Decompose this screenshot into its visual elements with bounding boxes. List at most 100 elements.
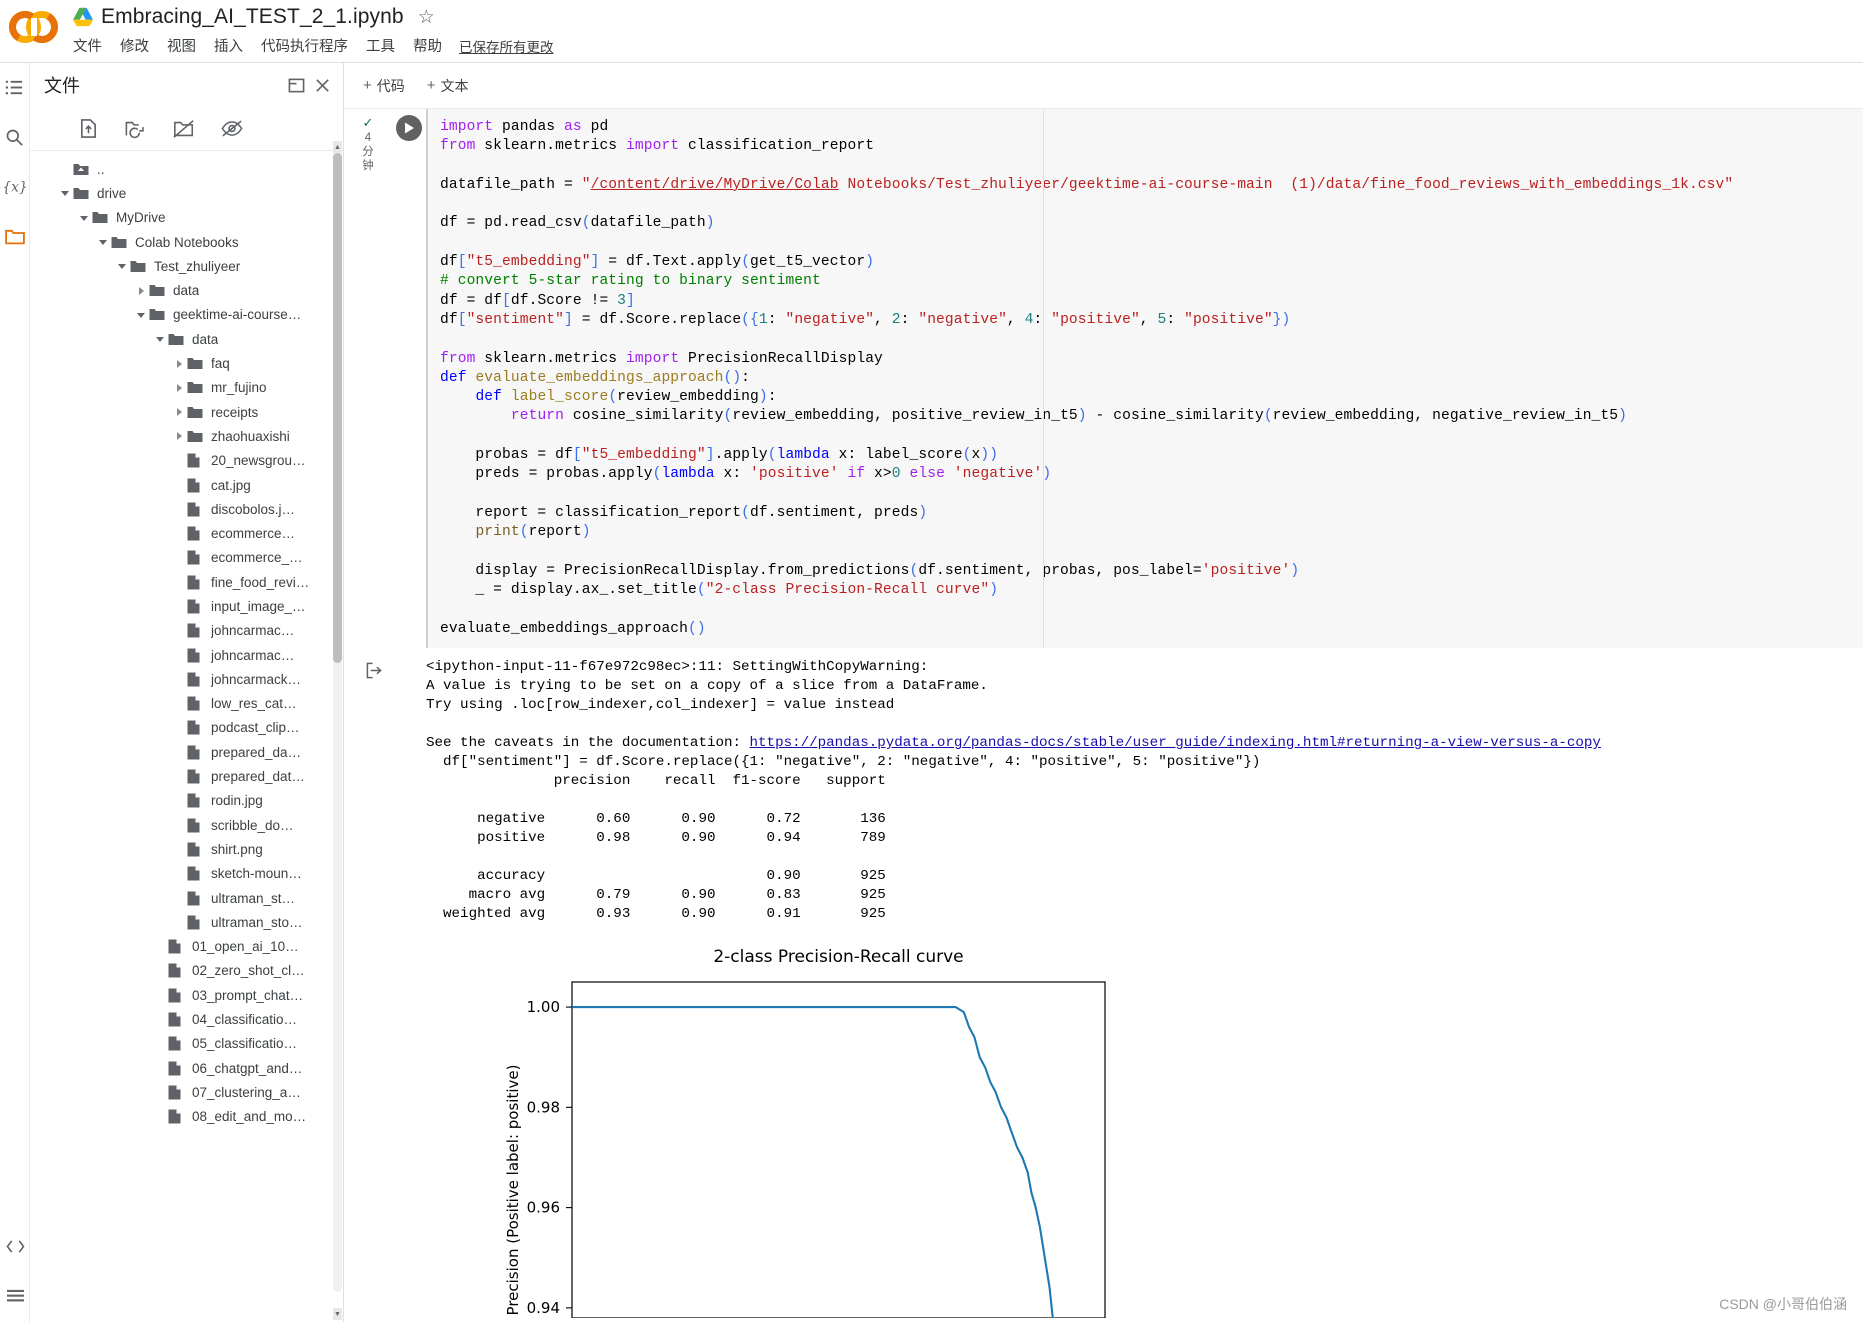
file-tree-item[interactable]: 02_zero_shot_cl… <box>30 959 343 983</box>
file-tree-item[interactable]: ecommerce… <box>30 521 343 545</box>
menu-item-edit[interactable]: 修改 <box>111 32 158 59</box>
chevron-down-icon[interactable] <box>114 261 130 271</box>
code-token: 3 <box>617 292 627 309</box>
file-tree-item[interactable]: ecommerce_… <box>30 546 343 570</box>
folder-tree-item[interactable]: geektime-ai-course… <box>30 303 343 327</box>
file-tree-item[interactable]: 20_newsgrou… <box>30 449 343 473</box>
files-icon[interactable] <box>3 225 27 249</box>
code-token: "negative" <box>785 311 875 328</box>
file-tree-item[interactable]: 05_classificatio… <box>30 1032 343 1056</box>
file-tree-item[interactable]: prepared_dat… <box>30 764 343 788</box>
expand-panel-icon[interactable] <box>283 72 309 98</box>
file-icon <box>187 502 204 517</box>
file-tree[interactable]: .. drive MyDrive Colab Notebooks Test_zhuliy… <box>30 151 343 1322</box>
file-icon <box>187 575 204 590</box>
file-tree-item[interactable]: low_res_cat… <box>30 692 343 716</box>
file-tree-item[interactable]: 01_open_ai_10… <box>30 935 343 959</box>
code-token: from <box>440 138 476 155</box>
toc-icon[interactable] <box>3 75 27 99</box>
folder-tree-item[interactable]: data <box>30 327 343 351</box>
file-tree-item[interactable]: prepared_da… <box>30 740 343 764</box>
variables-icon[interactable]: {x} <box>3 175 27 199</box>
tree-item-label: Colab Notebooks <box>135 234 239 250</box>
folder-tree-item[interactable]: Test_zhuliyeer <box>30 254 343 278</box>
chevron-right-icon[interactable] <box>171 407 187 417</box>
menu-item-file[interactable]: 文件 <box>64 32 111 59</box>
file-tree-item[interactable]: 08_edit_and_mo… <box>30 1105 343 1129</box>
file-tree-item[interactable]: 04_classificatio… <box>30 1007 343 1031</box>
menu-item-view[interactable]: 视图 <box>158 32 205 59</box>
folder-tree-item[interactable]: receipts <box>30 400 343 424</box>
folder-tree-item[interactable]: mr_fujino <box>30 376 343 400</box>
colab-logo[interactable] <box>8 6 60 48</box>
chevron-down-icon[interactable] <box>152 334 168 344</box>
file-tree-item[interactable]: scribble_do… <box>30 813 343 837</box>
file-tree-item[interactable]: shirt.png <box>30 837 343 861</box>
tree-item-label: ecommerce… <box>211 526 296 542</box>
folder-tree-item[interactable]: faq <box>30 351 343 375</box>
refresh-folder-icon[interactable] <box>124 117 148 141</box>
save-status[interactable]: 已保存所有更改 <box>459 36 554 56</box>
file-tree-item[interactable]: discobolos.j… <box>30 497 343 521</box>
chevron-right-icon[interactable] <box>133 286 149 296</box>
code-token: pd <box>581 119 609 135</box>
file-tree-item[interactable]: 07_clustering_a… <box>30 1080 343 1104</box>
file-tree-item[interactable]: ultraman_st… <box>30 886 343 910</box>
chevron-down-icon[interactable] <box>57 188 73 198</box>
scroll-down-arrow[interactable]: ▼ <box>333 1308 342 1320</box>
code-content[interactable]: import pandas as pd from sklearn.metrics… <box>440 118 1863 639</box>
file-tree-item[interactable]: johncarmac… <box>30 619 343 643</box>
file-tree-item[interactable]: johncarmack… <box>30 667 343 691</box>
chevron-right-icon[interactable] <box>171 431 187 441</box>
menu-item-insert[interactable]: 插入 <box>205 32 252 59</box>
code-snippets-icon[interactable] <box>3 1234 27 1258</box>
file-tree-item[interactable]: fine_food_revi… <box>30 570 343 594</box>
tree-item-label: .. <box>97 161 105 177</box>
chevron-down-icon[interactable] <box>95 237 111 247</box>
file-tree-item[interactable]: input_image_… <box>30 594 343 618</box>
chevron-right-icon[interactable] <box>171 359 187 369</box>
scroll-up-arrow[interactable]: ▲ <box>333 141 342 153</box>
folder-tree-item[interactable]: drive <box>30 181 343 205</box>
mount-drive-disabled-icon[interactable] <box>172 117 196 141</box>
output-icon[interactable] <box>366 662 392 679</box>
file-tree-item[interactable]: podcast_clip… <box>30 716 343 740</box>
upload-file-icon[interactable] <box>76 117 100 141</box>
folder-tree-item[interactable]: data <box>30 278 343 302</box>
file-tree-item[interactable]: 06_chatgpt_and… <box>30 1056 343 1080</box>
folder-tree-item[interactable]: .. <box>30 157 343 181</box>
terminal-icon[interactable] <box>3 1284 27 1308</box>
folder-icon <box>149 308 166 321</box>
file-tree-item[interactable]: sketch-moun… <box>30 862 343 886</box>
code-editor[interactable]: import pandas as pd from sklearn.metrics… <box>426 109 1863 649</box>
execution-time-line2: 分 <box>362 146 374 158</box>
search-icon[interactable] <box>3 125 27 149</box>
menu-item-tools[interactable]: 工具 <box>357 32 404 59</box>
file-tree-item[interactable]: johncarmac… <box>30 643 343 667</box>
file-tree-item[interactable]: 03_prompt_chat… <box>30 983 343 1007</box>
pandas-docs-link[interactable]: https://pandas.pydata.org/pandas-docs/st… <box>750 735 1601 751</box>
file-tree-item[interactable]: rodin.jpg <box>30 789 343 813</box>
folder-tree-item[interactable]: Colab Notebooks <box>30 230 343 254</box>
chevron-down-icon[interactable] <box>76 213 92 223</box>
code-token: "sentiment" <box>466 311 565 328</box>
file-tree-scroll-thumb[interactable] <box>333 153 342 663</box>
run-cell-icon[interactable] <box>396 115 422 141</box>
hidden-files-icon[interactable] <box>220 117 244 141</box>
close-icon[interactable] <box>309 72 335 98</box>
menu-item-runtime[interactable]: 代码执行程序 <box>252 32 357 59</box>
code-token: def <box>440 369 467 386</box>
menu-item-help[interactable]: 帮助 <box>404 32 451 59</box>
chevron-down-icon[interactable] <box>133 310 149 320</box>
chevron-right-icon[interactable] <box>171 383 187 393</box>
file-tree-item[interactable]: cat.jpg <box>30 473 343 497</box>
folder-tree-item[interactable]: zhaohuaxishi <box>30 424 343 448</box>
add-text-cell-button[interactable]: + 文本 <box>418 71 478 101</box>
folder-tree-item[interactable]: MyDrive <box>30 206 343 230</box>
file-tree-item[interactable]: ultraman_sto… <box>30 910 343 934</box>
notebook-scroll-area[interactable]: ✓ 4 分 钟 import pandas as pd from sklearn… <box>344 109 1863 1322</box>
code-cell[interactable]: ✓ 4 分 钟 import pandas as pd from sklearn… <box>344 109 1863 649</box>
add-code-cell-button[interactable]: + 代码 <box>354 71 414 101</box>
star-icon[interactable]: ☆ <box>418 8 435 27</box>
